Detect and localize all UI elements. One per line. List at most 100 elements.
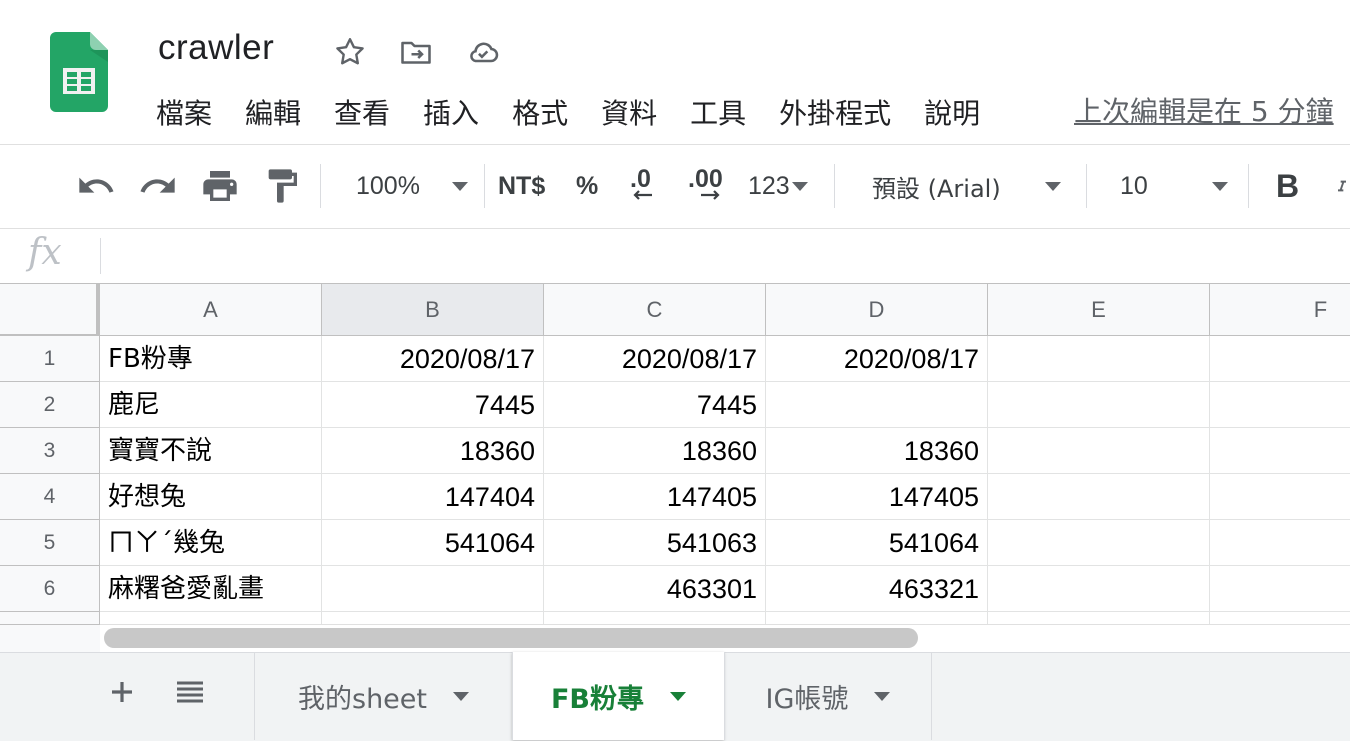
column-header-f[interactable]: F (1210, 284, 1350, 336)
column-header-a[interactable]: A (100, 284, 322, 336)
last-edit-link[interactable]: 上次編輯是在 5 分鐘 (1074, 90, 1334, 130)
chevron-down-icon[interactable] (453, 691, 469, 701)
formula-input[interactable] (120, 238, 1320, 274)
cell-e6[interactable] (988, 566, 1210, 612)
cell-d4[interactable]: 147405 (766, 474, 988, 520)
chevron-down-icon[interactable] (874, 691, 891, 701)
sheet-tab-my-sheet[interactable]: 我的sheet (254, 652, 512, 740)
cell-f2[interactable] (1210, 382, 1350, 428)
cell-d1[interactable]: 2020/08/17 (766, 336, 988, 382)
menu-data[interactable]: 資料 (601, 92, 657, 130)
zoom-select[interactable]: 100% (356, 164, 468, 208)
horizontal-scrollbar-thumb[interactable] (104, 628, 918, 648)
row-header[interactable]: 4 (0, 474, 100, 520)
menu-insert[interactable]: 插入 (423, 92, 479, 130)
cell-e5[interactable] (988, 520, 1210, 566)
cell-a2[interactable]: 鹿尼 (100, 382, 322, 428)
cell-f3[interactable] (1210, 428, 1350, 474)
menu-addons[interactable]: 外掛程式 (779, 92, 891, 130)
cell-c1[interactable]: 2020/08/17 (544, 336, 766, 382)
sheet-tab-fb[interactable]: FB粉專 (512, 652, 724, 740)
move-to-folder-icon[interactable] (398, 34, 434, 70)
row-header[interactable]: 6 (0, 566, 100, 612)
add-sheet-button[interactable] (106, 670, 138, 714)
cell-e1[interactable] (988, 336, 1210, 382)
column-header-b[interactable]: B (322, 284, 544, 336)
cell-a5[interactable]: ㄇㄚˊ幾兔 (100, 520, 322, 566)
cloud-saved-icon[interactable] (465, 34, 501, 70)
percent-format-button[interactable]: % (576, 164, 598, 208)
cell-e3[interactable] (988, 428, 1210, 474)
cell-b3[interactable]: 18360 (322, 428, 544, 474)
cell-c6[interactable]: 463301 (544, 566, 766, 612)
increase-decimal-button[interactable]: .00 (688, 164, 723, 208)
cell-d5[interactable]: 541064 (766, 520, 988, 566)
cell-f6[interactable] (1210, 566, 1350, 612)
cell-a3[interactable]: 寶寶不說 (100, 428, 322, 474)
currency-format-button[interactable]: NT$ (498, 164, 545, 208)
font-size-select[interactable]: 10 (1120, 164, 1228, 208)
font-size-value: 10 (1120, 171, 1148, 200)
cell-a7[interactable] (100, 612, 322, 624)
cell-a1[interactable]: FB粉專 (100, 336, 322, 382)
cell-b6[interactable] (322, 566, 544, 612)
row-header[interactable]: 1 (0, 336, 100, 382)
cell-f7[interactable] (1210, 612, 1350, 624)
document-title[interactable]: crawler (158, 28, 274, 68)
decrease-decimal-button[interactable]: .0 (630, 164, 654, 208)
cell-f1[interactable] (1210, 336, 1350, 382)
paint-format-button[interactable] (262, 164, 302, 208)
more-formats-button[interactable]: 123 (748, 164, 808, 208)
redo-button[interactable] (138, 164, 178, 208)
cell-b4[interactable]: 147404 (322, 474, 544, 520)
menu-tools[interactable]: 工具 (690, 92, 746, 130)
row-header[interactable] (0, 612, 100, 624)
column-header-c[interactable]: C (544, 284, 766, 336)
menu-file[interactable]: 檔案 (156, 92, 212, 130)
sheet-tab-ig[interactable]: IG帳號 (724, 652, 932, 740)
font-family-select[interactable]: 預設 (Arial) (872, 164, 1061, 208)
sheets-logo-icon[interactable] (50, 32, 108, 112)
cell-a4[interactable]: 好想兔 (100, 474, 322, 520)
cell-a6[interactable]: 麻糬爸愛亂畫 (100, 566, 322, 612)
menu-help[interactable]: 說明 (924, 92, 980, 130)
column-header-d[interactable]: D (766, 284, 988, 336)
cell-c5[interactable]: 541063 (544, 520, 766, 566)
print-button[interactable] (200, 164, 240, 208)
sheet-tab-label: IG帳號 (765, 683, 849, 715)
star-icon[interactable] (332, 34, 368, 70)
cell-d6[interactable]: 463321 (766, 566, 988, 612)
all-sheets-button[interactable] (172, 670, 208, 714)
cell-b2[interactable]: 7445 (322, 382, 544, 428)
italic-button[interactable] (1334, 164, 1350, 208)
row-header[interactable]: 2 (0, 382, 100, 428)
row-header[interactable]: 5 (0, 520, 100, 566)
cell-b7[interactable] (322, 612, 544, 624)
cell-b5[interactable]: 541064 (322, 520, 544, 566)
column-header-e[interactable]: E (988, 284, 1210, 336)
cell-e7[interactable] (988, 612, 1210, 624)
bold-label: B (1276, 167, 1300, 204)
menu-format[interactable]: 格式 (512, 92, 568, 130)
chevron-down-icon[interactable] (670, 691, 687, 701)
cell-d7[interactable] (766, 612, 988, 624)
undo-button[interactable] (76, 164, 116, 208)
cell-f5[interactable] (1210, 520, 1350, 566)
cell-b1[interactable]: 2020/08/17 (322, 336, 544, 382)
row-header[interactable]: 3 (0, 428, 100, 474)
cell-d2[interactable] (766, 382, 988, 428)
cell-f4[interactable] (1210, 474, 1350, 520)
select-all-corner[interactable] (0, 284, 100, 338)
cell-e2[interactable] (988, 382, 1210, 428)
cell-e4[interactable] (988, 474, 1210, 520)
cell-c4[interactable]: 147405 (544, 474, 766, 520)
menu-view[interactable]: 查看 (334, 92, 390, 130)
cell-c7[interactable] (544, 612, 766, 624)
cell-c3[interactable]: 18360 (544, 428, 766, 474)
all-sheets-icon (177, 681, 203, 703)
chevron-down-icon (1211, 181, 1228, 191)
cell-d3[interactable]: 18360 (766, 428, 988, 474)
menu-edit[interactable]: 編輯 (245, 92, 301, 130)
bold-button[interactable]: B (1276, 164, 1299, 208)
cell-c2[interactable]: 7445 (544, 382, 766, 428)
